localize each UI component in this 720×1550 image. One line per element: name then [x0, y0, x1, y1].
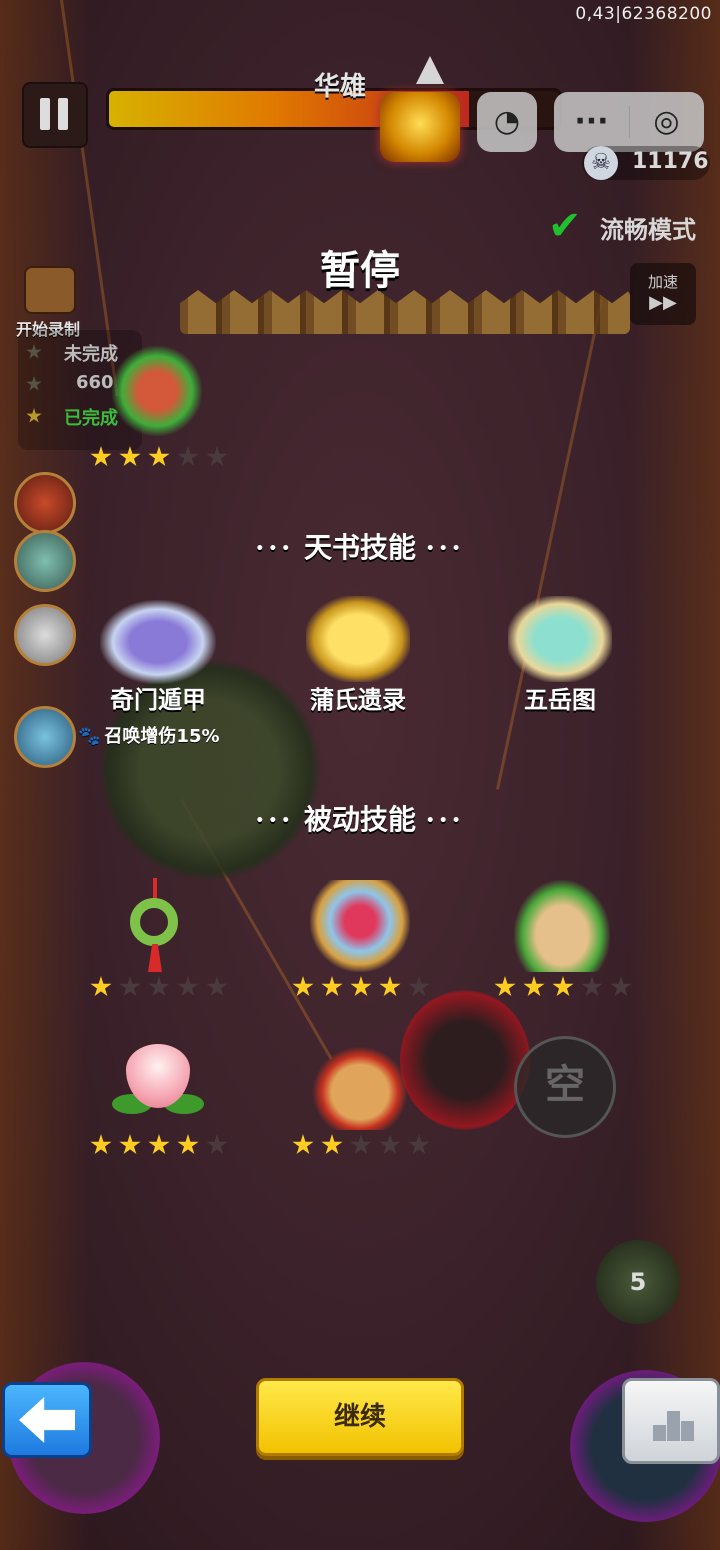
- star-empty-icon: [610, 976, 632, 997]
- tower-icon[interactable]: [112, 346, 202, 436]
- more-button[interactable]: ···: [554, 92, 629, 152]
- star-filled-icon: [350, 976, 372, 997]
- wooden-fence: [180, 290, 630, 334]
- star-empty-icon: [177, 976, 199, 997]
- podium-icon: [653, 1425, 666, 1441]
- title-dots: •••: [425, 541, 465, 557]
- star-empty-icon: [379, 1134, 401, 1155]
- star-empty-icon: [581, 976, 603, 997]
- skill-name: 五岳图: [524, 686, 596, 714]
- camera-icon[interactable]: [24, 266, 76, 314]
- mountain-map-icon[interactable]: [508, 596, 612, 682]
- golden-scroll-icon[interactable]: [306, 596, 410, 682]
- direction-arrow-icon: [416, 56, 444, 84]
- star-empty-icon: [177, 446, 199, 467]
- star-filled-icon: [379, 976, 401, 997]
- back-button[interactable]: [2, 1382, 92, 1458]
- leaf-counter-badge[interactable]: 5: [596, 1240, 680, 1324]
- game-center-button[interactable]: ◔: [477, 92, 537, 152]
- star-empty-icon: [206, 1134, 228, 1155]
- star-filled-icon: [90, 1134, 112, 1155]
- title-dots: •••: [255, 541, 295, 557]
- continue-button[interactable]: 继续: [256, 1378, 464, 1456]
- star-filled-icon: [494, 976, 516, 997]
- star-empty-icon: [350, 1134, 372, 1155]
- star-filled-icon: [148, 1134, 170, 1155]
- star-filled-icon: [90, 446, 112, 467]
- boss-emblem-icon: [380, 92, 460, 162]
- gourd-bag-icon[interactable]: [312, 1046, 408, 1130]
- peach-icon[interactable]: [112, 1044, 204, 1128]
- star-empty-icon: [148, 976, 170, 997]
- star-filled-icon: [119, 446, 141, 467]
- mini-program-capsule: ··· ◎: [554, 92, 704, 152]
- pause-title: 暂停: [320, 248, 400, 294]
- passive-title-text: 被动技能: [303, 803, 416, 836]
- boss-name: 华雄: [313, 72, 366, 102]
- star-filled-icon: [292, 976, 314, 997]
- podium-icon-bar: [667, 1411, 680, 1441]
- star-empty-icon: [408, 1134, 430, 1155]
- task-star-icon: [26, 376, 42, 391]
- back-arrow-icon: [19, 1397, 75, 1443]
- magic-book-icon[interactable]: [100, 600, 216, 684]
- paw-icon: 🐾: [78, 726, 101, 747]
- pendant-rope: [153, 878, 157, 900]
- pacman-icon: ◔: [493, 104, 521, 139]
- star-filled-icon: [177, 1134, 199, 1155]
- tianshu-title-text: 天书技能: [303, 531, 416, 564]
- star-rating: [90, 976, 235, 1002]
- star-filled-icon: [321, 1134, 343, 1155]
- star-rating: [90, 446, 235, 472]
- buff-text: 召唤增伤15%: [104, 726, 220, 747]
- star-rating: [90, 1134, 235, 1160]
- star-empty-icon: [408, 976, 430, 997]
- pause-icon: [40, 98, 50, 130]
- empty-skill-slot[interactable]: 空: [514, 1036, 616, 1138]
- star-filled-icon: [90, 976, 112, 997]
- hero-character: [400, 990, 530, 1130]
- task-label: 660: [76, 372, 114, 393]
- star-rating: [494, 976, 639, 1002]
- task-star-icon: [26, 344, 42, 359]
- pause-icon-bar: [58, 98, 68, 130]
- summon-buff: 🐾 召唤增伤15%: [78, 722, 220, 748]
- task-label: 未完成: [64, 344, 118, 365]
- jade-pendant-icon[interactable]: [126, 878, 190, 974]
- skull-icon: ☠: [584, 146, 618, 180]
- armor-icon[interactable]: [310, 880, 410, 972]
- pendant-ring: [130, 898, 178, 946]
- task-star-icon: [26, 408, 42, 423]
- hero-slot-tiger-icon[interactable]: [14, 604, 76, 666]
- kill-count: 11176: [632, 149, 709, 174]
- podium-icon-bar: [681, 1421, 694, 1441]
- skill-name: 奇门遁甲: [110, 686, 206, 714]
- coordinates-readout: 0,43|62368200: [575, 4, 712, 24]
- star-filled-icon: [552, 976, 574, 997]
- left-cave-wall: [0, 0, 90, 1550]
- star-filled-icon: [119, 1134, 141, 1155]
- title-dots: •••: [425, 813, 465, 829]
- title-dots: •••: [255, 813, 295, 829]
- star-filled-icon: [292, 1134, 314, 1155]
- star-empty-icon: [206, 976, 228, 997]
- skill-name: 蒲氏遗录: [310, 686, 406, 714]
- close-target-button[interactable]: ◎: [629, 92, 704, 152]
- ginseng-icon[interactable]: [514, 880, 610, 972]
- star-rating: [292, 976, 437, 1002]
- star-empty-icon: [206, 446, 228, 467]
- star-filled-icon: [321, 976, 343, 997]
- star-rating: [292, 1134, 437, 1160]
- pendant-tassel: [148, 944, 162, 972]
- star-empty-icon: [119, 976, 141, 997]
- star-filled-icon: [523, 976, 545, 997]
- tianshu-section-title: ••• 天书技能 •••: [0, 526, 720, 566]
- pause-button[interactable]: [22, 82, 88, 148]
- passive-section-title: ••• 被动技能 •••: [0, 798, 720, 838]
- hero-slot-fox-icon[interactable]: [14, 472, 76, 534]
- leaderboard-button[interactable]: [622, 1378, 720, 1464]
- star-filled-icon: [148, 446, 170, 467]
- hero-slot-elephant-icon[interactable]: [14, 706, 76, 768]
- task-label: 已完成: [64, 408, 118, 429]
